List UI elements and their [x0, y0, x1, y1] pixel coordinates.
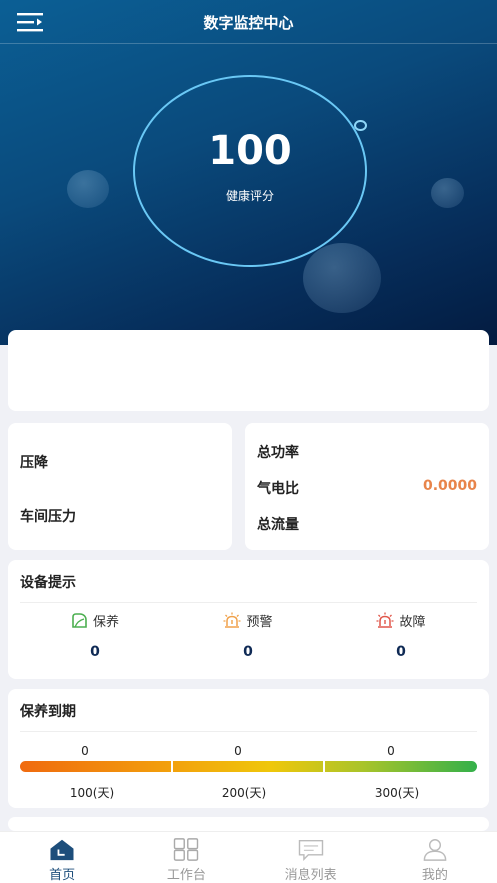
maintenance-label: 保养	[92, 614, 119, 630]
tab-messages-label: 消息列表	[284, 868, 337, 883]
maintenance-due-title: 保养到期	[20, 704, 76, 720]
due-gradient-bar	[20, 761, 477, 772]
fault-item[interactable]: 故障 0	[321, 610, 481, 660]
warning-item[interactable]: 预警 0	[168, 610, 328, 660]
summary-card	[8, 330, 489, 411]
threshold-200: 200(天)	[221, 786, 267, 800]
fault-label: 故障	[399, 614, 426, 630]
decor-bubble	[303, 243, 381, 313]
tab-messages[interactable]: 消息列表	[249, 832, 373, 883]
due-count-100: 0	[81, 744, 89, 758]
home-icon	[50, 839, 74, 861]
tab-home-label: 首页	[49, 868, 76, 883]
gas-power-ratio-value: 0.0000	[422, 478, 477, 494]
tab-profile-label: 我的	[421, 868, 448, 883]
maintenance-due-card: 保养到期 0 0 0 100(天) 200(天) 300(天)	[8, 689, 489, 808]
maintenance-item[interactable]: 保养 0	[15, 610, 175, 660]
page-title: 数字监控中心	[203, 14, 294, 32]
divider	[20, 602, 477, 603]
bottom-tab-bar: 首页 工作台 消息列表 我的	[0, 831, 497, 883]
health-score-label: 健康评分	[225, 189, 274, 203]
decor-bubble	[431, 178, 464, 208]
tab-home[interactable]: 首页	[0, 832, 124, 883]
power-card: 总功率 气电比 0.0000 总流量	[245, 423, 489, 550]
warning-label: 预警	[246, 614, 273, 630]
due-count-200: 0	[234, 744, 242, 758]
tab-profile[interactable]: 我的	[373, 832, 497, 883]
device-alerts-card: 设备提示 保养 0 预警 0 故障 0	[8, 560, 489, 679]
divider	[20, 731, 477, 732]
maintenance-count: 0	[90, 644, 100, 660]
total-power-label: 总功率	[257, 445, 299, 461]
warning-light-icon	[223, 612, 241, 628]
threshold-100: 100(天)	[69, 786, 115, 800]
tab-workbench[interactable]: 工作台	[124, 832, 248, 883]
health-score: 100	[208, 128, 292, 174]
tab-workbench-label: 工作台	[166, 868, 206, 883]
grid-icon	[174, 838, 199, 861]
total-flow-label: 总流量	[257, 517, 299, 533]
bar-separator	[323, 761, 325, 772]
decor-bubble	[67, 170, 109, 208]
pressure-card: 压降 车间压力	[8, 423, 232, 550]
hero-banner: 数字监控中心 100 健康评分	[0, 0, 497, 345]
gas-power-ratio-label: 气电比	[257, 481, 299, 497]
pressure-drop-label: 压降	[20, 455, 48, 471]
fault-count: 0	[396, 644, 406, 660]
alarm-light-icon	[376, 612, 394, 628]
due-count-300: 0	[387, 744, 395, 758]
threshold-300: 300(天)	[374, 786, 420, 800]
next-card-peek	[8, 817, 489, 831]
app-header: 数字监控中心	[0, 0, 497, 44]
device-alerts-title: 设备提示	[20, 575, 76, 591]
leaf-icon	[72, 612, 87, 628]
message-icon	[298, 839, 323, 861]
workshop-pressure-label: 车间压力	[20, 509, 76, 525]
warning-count: 0	[243, 644, 253, 660]
user-icon	[423, 839, 447, 861]
bar-separator	[171, 761, 173, 772]
